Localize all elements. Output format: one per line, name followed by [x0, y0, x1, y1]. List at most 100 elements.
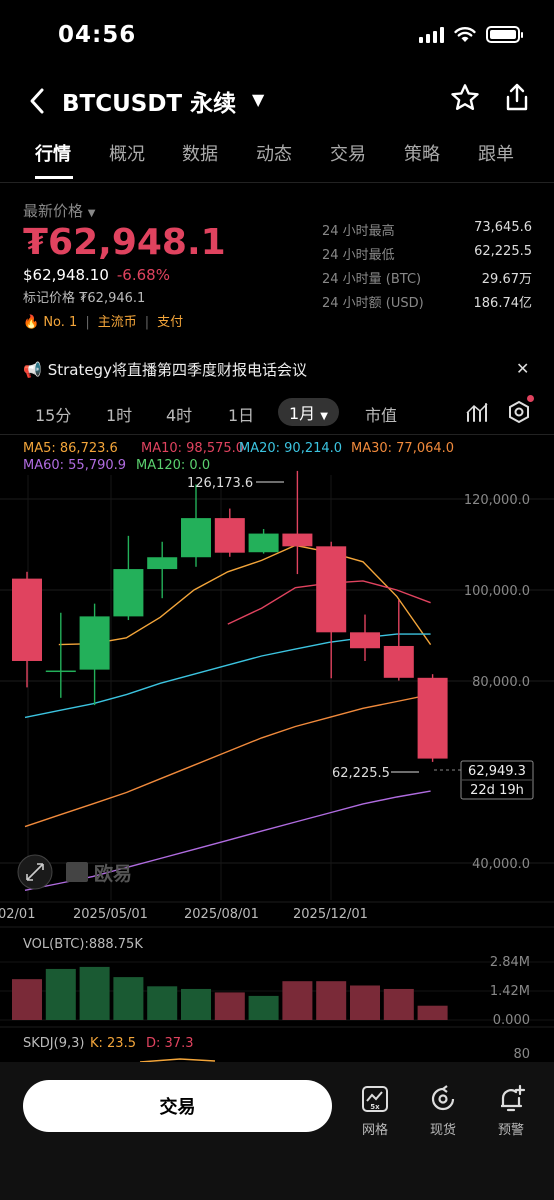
tab-data[interactable]: 数据 — [182, 140, 218, 166]
high-price-label: 126,173.6 — [187, 476, 253, 491]
stat-label: 24 小时额 (USD) — [322, 296, 424, 311]
chevron-down-icon: ▼ — [87, 208, 96, 219]
ma120-label: MA120: 0.0 — [136, 458, 210, 473]
stat-value: 73,645.6 — [474, 220, 532, 235]
last-price-label[interactable]: 最新价格 ▼ — [23, 200, 96, 221]
grid-button[interactable]: 5x 网格 — [350, 1083, 400, 1138]
current-price-value: 62,949.3 — [468, 764, 526, 779]
volume-y-tick: 2.84M — [490, 955, 530, 970]
stat-label: 24 小时量 (BTC) — [322, 272, 422, 287]
candle-body — [12, 578, 42, 661]
tab-bar: 行情 概况 数据 动态 交易 策略 跟单 — [0, 140, 554, 184]
settings-hexagon-icon[interactable] — [507, 400, 531, 424]
tab-news[interactable]: 动态 — [256, 140, 292, 166]
symbol-title[interactable]: BTCUSDT 永续 — [62, 84, 236, 118]
timeframe-1mo[interactable]: 1月 ▼ — [278, 398, 339, 426]
y-tick-label: 120,000.0 — [464, 493, 530, 508]
volume-bar — [282, 981, 313, 1020]
tab-overview[interactable]: 概况 — [109, 140, 145, 166]
timeframe-4h[interactable]: 4时 — [166, 402, 192, 426]
indicator-icon[interactable] — [465, 401, 489, 423]
stat-value: 29.67万 — [481, 272, 532, 287]
stat-row: 24 小时额 (USD) 186.74亿 — [322, 292, 532, 316]
timeframe-marketcap[interactable]: 市值 — [365, 402, 397, 426]
volume-bar — [248, 995, 279, 1020]
ma5-label: MA5: 86,723.6 — [23, 441, 118, 456]
alert-bell-icon — [501, 1084, 526, 1112]
timeframe-15m[interactable]: 15分 — [35, 402, 71, 426]
candle-countdown: 22d 19h — [470, 783, 524, 798]
stat-label: 24 小时最高 — [322, 224, 395, 239]
timeframe-bar: 15分 1时 4时 1日 1月 ▼ 市值 — [0, 395, 554, 429]
close-icon[interactable]: ✕ — [516, 359, 529, 378]
volume-y-tick: 0.000 — [493, 1013, 530, 1028]
news-banner-text: Strategy将直播第四季度财报电话会议 — [47, 361, 307, 379]
ma60-label: MA60: 55,790.9 — [23, 458, 126, 473]
ma20-label: MA20: 90,214.0 — [239, 441, 342, 456]
volume-bar — [417, 1005, 448, 1020]
battery-icon — [486, 26, 523, 43]
grid-label: 网格 — [361, 1123, 388, 1138]
mark-price: 标记价格 ₮62,946.1 — [23, 291, 146, 306]
tag-mainstream[interactable]: 主流币 — [98, 315, 137, 330]
alert-button[interactable]: 预警 — [486, 1083, 536, 1138]
star-icon[interactable] — [449, 82, 481, 114]
price-change: -6.68% — [116, 266, 170, 284]
tag-rank[interactable]: No. 1 — [43, 315, 77, 330]
alert-label: 预警 — [497, 1123, 524, 1138]
candle-body — [79, 616, 110, 670]
y-tick-label: 100,000.0 — [464, 584, 530, 599]
megaphone-icon: 📢 — [23, 361, 42, 379]
stat-row: 24 小时量 (BTC) 29.67万 — [322, 268, 532, 292]
notification-dot — [527, 395, 534, 402]
spot-button[interactable]: 现货 — [418, 1083, 468, 1138]
last-price-label-text: 最新价格 — [23, 202, 84, 220]
candle-body — [45, 670, 76, 673]
timeframe-1h[interactable]: 1时 — [106, 402, 132, 426]
candlestick-chart[interactable]: MA5: 86,723.6 MA10: 98,575.0MA20: 90,214.… — [0, 437, 554, 1067]
watermark-text: 欧易 — [94, 862, 132, 885]
active-tab-indicator — [35, 176, 73, 179]
tab-copytrade[interactable]: 跟单 — [478, 140, 514, 166]
share-icon[interactable] — [503, 82, 531, 112]
cellular-signal-icon — [419, 26, 444, 43]
news-banner[interactable]: 📢 Strategy将直播第四季度财报电话会议 — [23, 359, 307, 380]
timeframe-1mo-label: 1月 — [289, 404, 316, 423]
trade-button[interactable]: 交易 — [23, 1080, 332, 1132]
candle-body — [383, 645, 414, 678]
24h-stats: 24 小时最高 73,645.6 24 小时最低 62,225.5 24 小时量 (… — [322, 220, 532, 316]
timeframe-1d[interactable]: 1日 — [228, 402, 254, 426]
ma10-label: MA10: 98,575.0 — [141, 441, 244, 456]
spot-label: 现货 — [429, 1123, 456, 1138]
coin-tags: 🔥 No. 1 | 主流币 | 支付 — [23, 315, 184, 330]
candle-body — [214, 518, 245, 553]
divider — [0, 182, 554, 183]
volume-bar — [147, 986, 178, 1020]
candle-body — [282, 533, 313, 547]
tab-strategy[interactable]: 策略 — [404, 140, 440, 166]
tag-payment[interactable]: 支付 — [157, 315, 183, 330]
y-tick-label: 80,000.0 — [472, 675, 530, 690]
stat-label: 24 小时最低 — [322, 248, 395, 263]
candle-body — [113, 569, 144, 617]
volume-bar — [316, 981, 347, 1020]
tab-trade[interactable]: 交易 — [330, 140, 366, 166]
candle-body — [417, 677, 448, 759]
skdj-k-value: K: 23.5 — [90, 1036, 136, 1051]
status-icons — [419, 26, 523, 43]
tab-market[interactable]: 行情 — [35, 140, 71, 166]
volume-bar — [350, 985, 380, 1020]
status-time: 04:56 — [58, 22, 137, 48]
skdj-y-tick: 80 — [513, 1047, 530, 1062]
volume-label: VOL(BTC):888.75K — [23, 937, 143, 952]
divider — [0, 434, 554, 435]
usd-price: $62,948.10 — [23, 266, 109, 284]
stat-row: 24 小时最低 62,225.5 — [322, 244, 532, 268]
back-arrow-icon[interactable] — [28, 86, 48, 116]
x-tick-label: 02/01 — [0, 907, 35, 922]
volume-y-tick: 1.42M — [490, 984, 530, 999]
chevron-down-icon[interactable]: ▼ — [252, 90, 264, 109]
wifi-icon — [454, 27, 476, 42]
low-price-label: 62,225.5 — [332, 766, 390, 781]
spot-swap-icon — [431, 1085, 455, 1111]
